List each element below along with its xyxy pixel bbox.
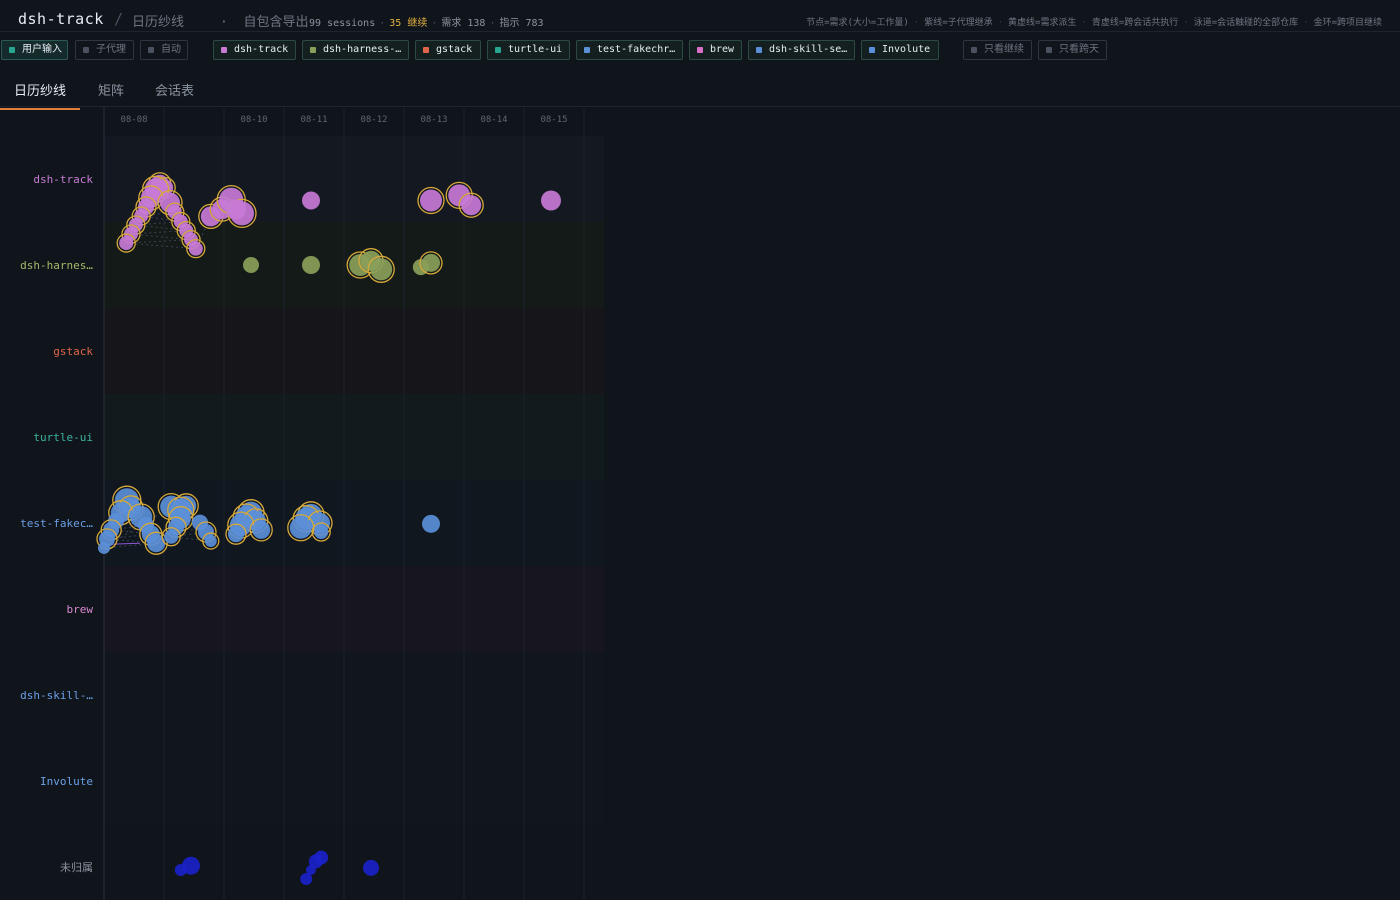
- requirement-node[interactable]: [174, 864, 187, 877]
- x-tick-label: 08-13: [420, 115, 447, 125]
- lane-label: turtle-ui: [33, 431, 93, 444]
- lane-label: dsh-track: [33, 173, 93, 186]
- x-tick-label: 08-14: [480, 115, 507, 125]
- requirement-node[interactable]: [314, 525, 329, 540]
- lane-label: 未归属: [60, 860, 93, 874]
- requirement-node[interactable]: [370, 258, 393, 281]
- requirement-node[interactable]: [243, 257, 259, 273]
- lane-label: gstack: [53, 345, 93, 358]
- lane-background: [104, 394, 604, 480]
- requirement-node[interactable]: [420, 189, 442, 212]
- lane-label: dsh-skill-…: [20, 689, 93, 702]
- requirement-node[interactable]: [289, 516, 312, 539]
- calendar-yarn-chart: 08-08 08-10 08-11 08-12 08-13 08-14 08-15 dsh-t…: [20, 106, 604, 900]
- lane-label: test-fakec…: [20, 517, 93, 530]
- x-tick-label: 08-08: [120, 115, 147, 125]
- lane-label: dsh-harnes…: [20, 259, 93, 272]
- requirement-node[interactable]: [363, 859, 379, 876]
- lane-background: [104, 308, 604, 394]
- requirement-node[interactable]: [226, 199, 246, 220]
- lane-background: [104, 738, 604, 824]
- requirement-node[interactable]: [422, 253, 440, 272]
- requirement-node[interactable]: [164, 529, 179, 544]
- lane-label: Involute: [40, 775, 93, 788]
- x-tick-label: 08-11: [300, 115, 327, 125]
- requirement-node[interactable]: [204, 535, 217, 548]
- requirement-node[interactable]: [302, 256, 320, 274]
- x-tick-label: 08-15: [540, 115, 567, 125]
- lane-background: [104, 652, 604, 738]
- lane-label: brew: [67, 603, 94, 616]
- requirement-node[interactable]: [422, 514, 440, 533]
- requirement-node[interactable]: [302, 191, 320, 210]
- requirement-node[interactable]: [252, 520, 271, 539]
- requirement-node[interactable]: [188, 241, 203, 256]
- requirement-node[interactable]: [300, 873, 313, 886]
- x-tick-label: 08-12: [360, 115, 387, 125]
- requirement-node[interactable]: [541, 190, 561, 211]
- requirement-node[interactable]: [228, 526, 244, 543]
- requirement-node[interactable]: [119, 236, 134, 251]
- requirement-node[interactable]: [98, 541, 110, 554]
- x-tick-label: 08-10: [240, 115, 267, 125]
- lane-background: [104, 566, 604, 652]
- lane-background: [104, 824, 604, 900]
- requirement-node[interactable]: [461, 195, 482, 216]
